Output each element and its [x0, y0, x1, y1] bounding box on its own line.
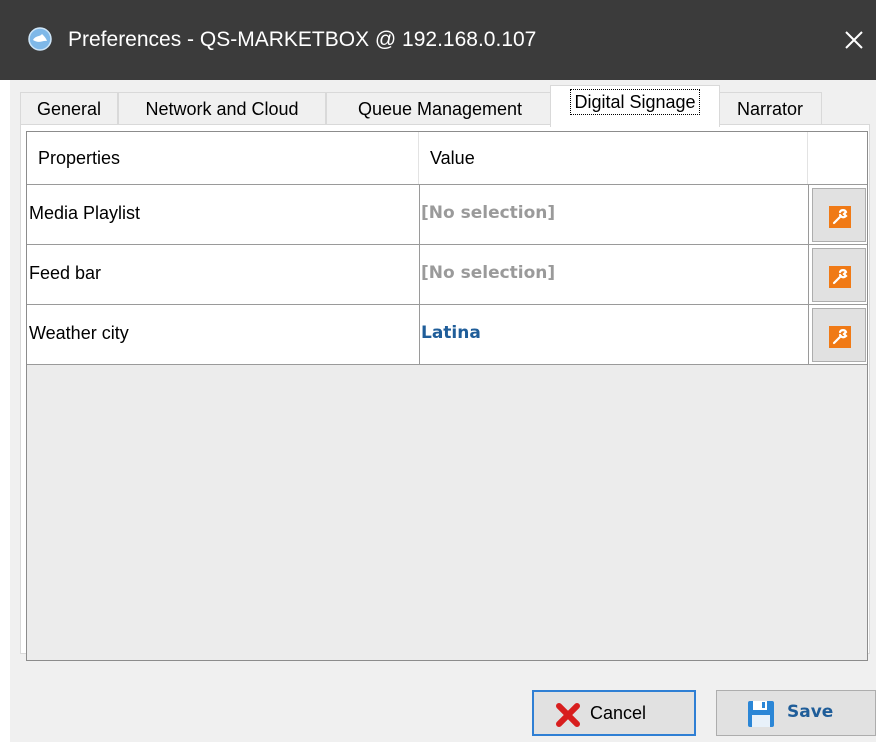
- globe-icon: [28, 27, 52, 51]
- grid-row[interactable]: Weather city Latina: [27, 304, 867, 365]
- grid-row[interactable]: Feed bar [No selection]: [27, 244, 867, 304]
- digital-signage-panel: Properties Value Media Playlist [No sele…: [20, 124, 870, 661]
- property-name: Feed bar: [29, 263, 102, 283]
- window-title: Preferences - QS-MARKETBOX @ 192.168.0.1…: [68, 28, 537, 51]
- edit-weather-city-button[interactable]: [812, 308, 866, 362]
- grid-header: Properties Value: [27, 132, 867, 184]
- property-name: Media Playlist: [29, 203, 141, 223]
- red-x-icon: [556, 703, 580, 727]
- edit-feed-bar-button[interactable]: [812, 248, 866, 302]
- wrench-icon: [829, 326, 851, 348]
- cancel-button[interactable]: Cancel: [532, 690, 696, 736]
- save-button[interactable]: Save: [716, 690, 876, 736]
- close-icon[interactable]: [840, 26, 868, 54]
- properties-grid: Properties Value Media Playlist [No sele…: [26, 131, 868, 661]
- wrench-icon: [829, 266, 851, 288]
- wrench-icon: [829, 206, 851, 228]
- property-name: Weather city: [29, 323, 129, 343]
- floppy-disk-icon: [748, 701, 774, 727]
- tab-general[interactable]: General: [20, 92, 118, 126]
- grid-row[interactable]: Media Playlist [No selection]: [27, 184, 867, 244]
- tab-digital-signage[interactable]: Digital Signage: [550, 85, 720, 127]
- cancel-label: Cancel: [590, 703, 647, 723]
- tab-queue-management[interactable]: Queue Management: [326, 92, 554, 126]
- tab-narrator[interactable]: Narrator: [718, 92, 822, 126]
- tab-network-and-cloud[interactable]: Network and Cloud: [118, 92, 326, 126]
- title-bar: Preferences - QS-MARKETBOX @ 192.168.0.1…: [0, 0, 876, 80]
- dialog-body: General Network and Cloud Queue Manageme…: [10, 80, 876, 742]
- column-header-value: Value: [419, 132, 808, 184]
- save-label: Save: [787, 702, 834, 722]
- property-value: [No selection]: [421, 263, 556, 283]
- column-header-properties: Properties: [27, 132, 419, 184]
- edit-media-playlist-button[interactable]: [812, 188, 866, 242]
- property-value: [No selection]: [421, 203, 556, 223]
- property-value: Latina: [421, 323, 481, 343]
